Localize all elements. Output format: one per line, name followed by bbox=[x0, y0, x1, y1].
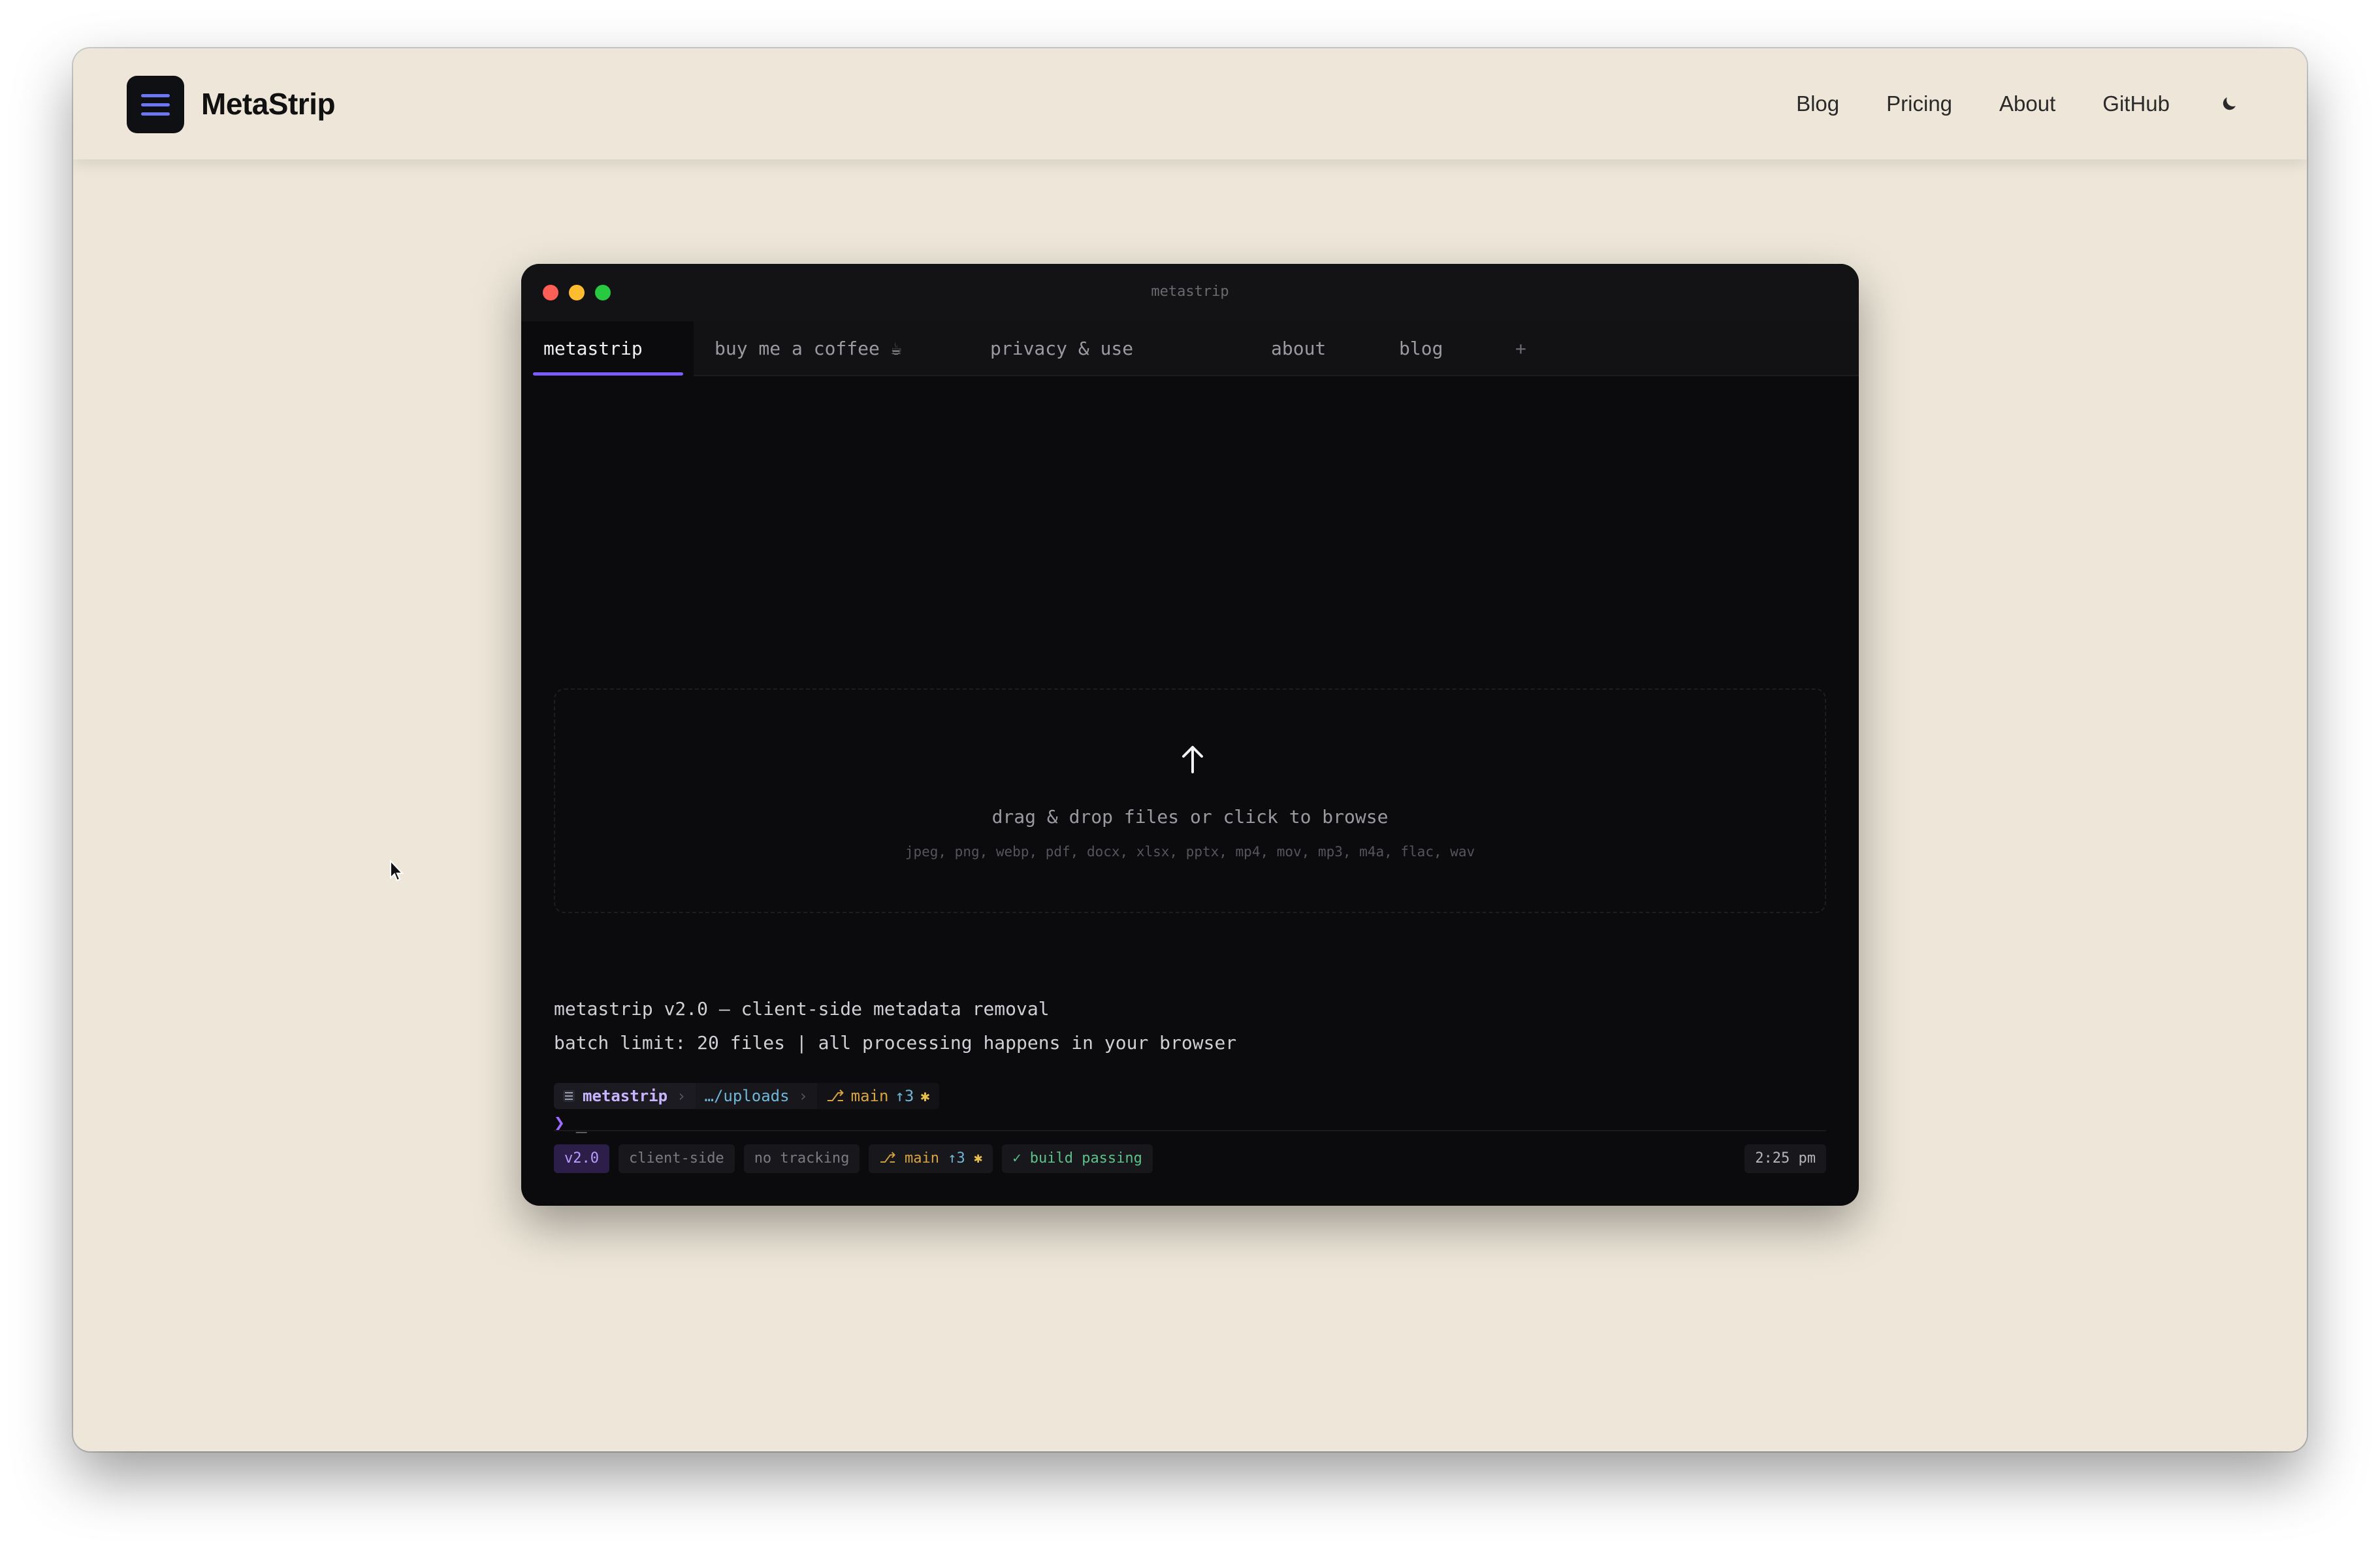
dropzone-instructions: drag & drop files or click to browse bbox=[991, 806, 1389, 828]
status-divider bbox=[554, 1130, 1826, 1131]
terminal-window: metastrip metastrip buy me a coffee ☕ pr… bbox=[521, 264, 1859, 1206]
prompt-path-segment: …/uploads › bbox=[695, 1083, 817, 1109]
brand-name[interactable]: MetaStrip bbox=[201, 82, 336, 125]
git-branch-icon: ⎇ bbox=[879, 1150, 905, 1167]
nav-links: Blog Pricing About GitHub bbox=[1796, 82, 2170, 125]
prompt-project-segment: metastrip › bbox=[554, 1083, 696, 1109]
active-tab-indicator bbox=[533, 372, 683, 376]
browser-window: MetaStrip Blog Pricing About GitHub meta… bbox=[73, 48, 2307, 1451]
no-tracking-badge: no tracking bbox=[743, 1144, 860, 1173]
nav-link-about[interactable]: About bbox=[1999, 82, 2055, 125]
terminal-title: metastrip bbox=[1151, 283, 1229, 300]
clock-badge: 2:25 pm bbox=[1745, 1144, 1826, 1173]
upload-arrow-icon bbox=[1182, 746, 1203, 773]
new-tab-button[interactable]: + bbox=[1515, 321, 1526, 376]
version-badge: v2.0 bbox=[554, 1144, 609, 1173]
tab-privacy-use[interactable]: privacy & use bbox=[990, 321, 1133, 376]
terminal-line-batch: batch limit: 20 files | all processing h… bbox=[554, 1032, 1237, 1054]
status-bar: v2.0 client-side no tracking ⎇ main ↑3 ✱… bbox=[554, 1144, 1153, 1173]
terminal-line-version: metastrip v2.0 — client-side metadata re… bbox=[554, 998, 1050, 1020]
tab-about[interactable]: about bbox=[1271, 321, 1326, 376]
nav-link-blog[interactable]: Blog bbox=[1796, 82, 1839, 125]
terminal-titlebar: metastrip bbox=[521, 264, 1859, 321]
tab-metastrip[interactable]: metastrip bbox=[521, 321, 694, 376]
tab-buy-me-a-coffee[interactable]: buy me a coffee ☕ bbox=[715, 321, 902, 376]
build-status-badge: ✓ build passing bbox=[1002, 1144, 1153, 1173]
terminal-tabbar: metastrip buy me a coffee ☕ privacy & us… bbox=[521, 321, 1859, 376]
menu-icon[interactable] bbox=[127, 76, 184, 133]
terminal-icon bbox=[563, 1090, 575, 1102]
tab-blog[interactable]: blog bbox=[1399, 321, 1443, 376]
nav-link-pricing[interactable]: Pricing bbox=[1886, 82, 1952, 125]
git-branch-icon: ⎇ bbox=[826, 1087, 844, 1105]
prompt-breadcrumb: metastrip › …/uploads › ⎇ main ↑3 ✱ bbox=[554, 1083, 939, 1109]
file-dropzone[interactable]: drag & drop files or click to browse jpe… bbox=[554, 688, 1826, 913]
dropzone-formats: jpeg, png, webp, pdf, docx, xlsx, pptx, … bbox=[905, 844, 1475, 860]
branch-badge: ⎇ main ↑3 ✱ bbox=[869, 1144, 993, 1173]
top-navbar: MetaStrip Blog Pricing About GitHub bbox=[73, 48, 2307, 159]
client-side-badge: client-side bbox=[618, 1144, 735, 1173]
mouse-pointer-icon bbox=[390, 860, 404, 882]
moon-icon[interactable] bbox=[2214, 89, 2244, 119]
nav-link-github[interactable]: GitHub bbox=[2102, 82, 2170, 125]
prompt-branch-segment: ⎇ main ↑3 ✱ bbox=[817, 1083, 939, 1109]
